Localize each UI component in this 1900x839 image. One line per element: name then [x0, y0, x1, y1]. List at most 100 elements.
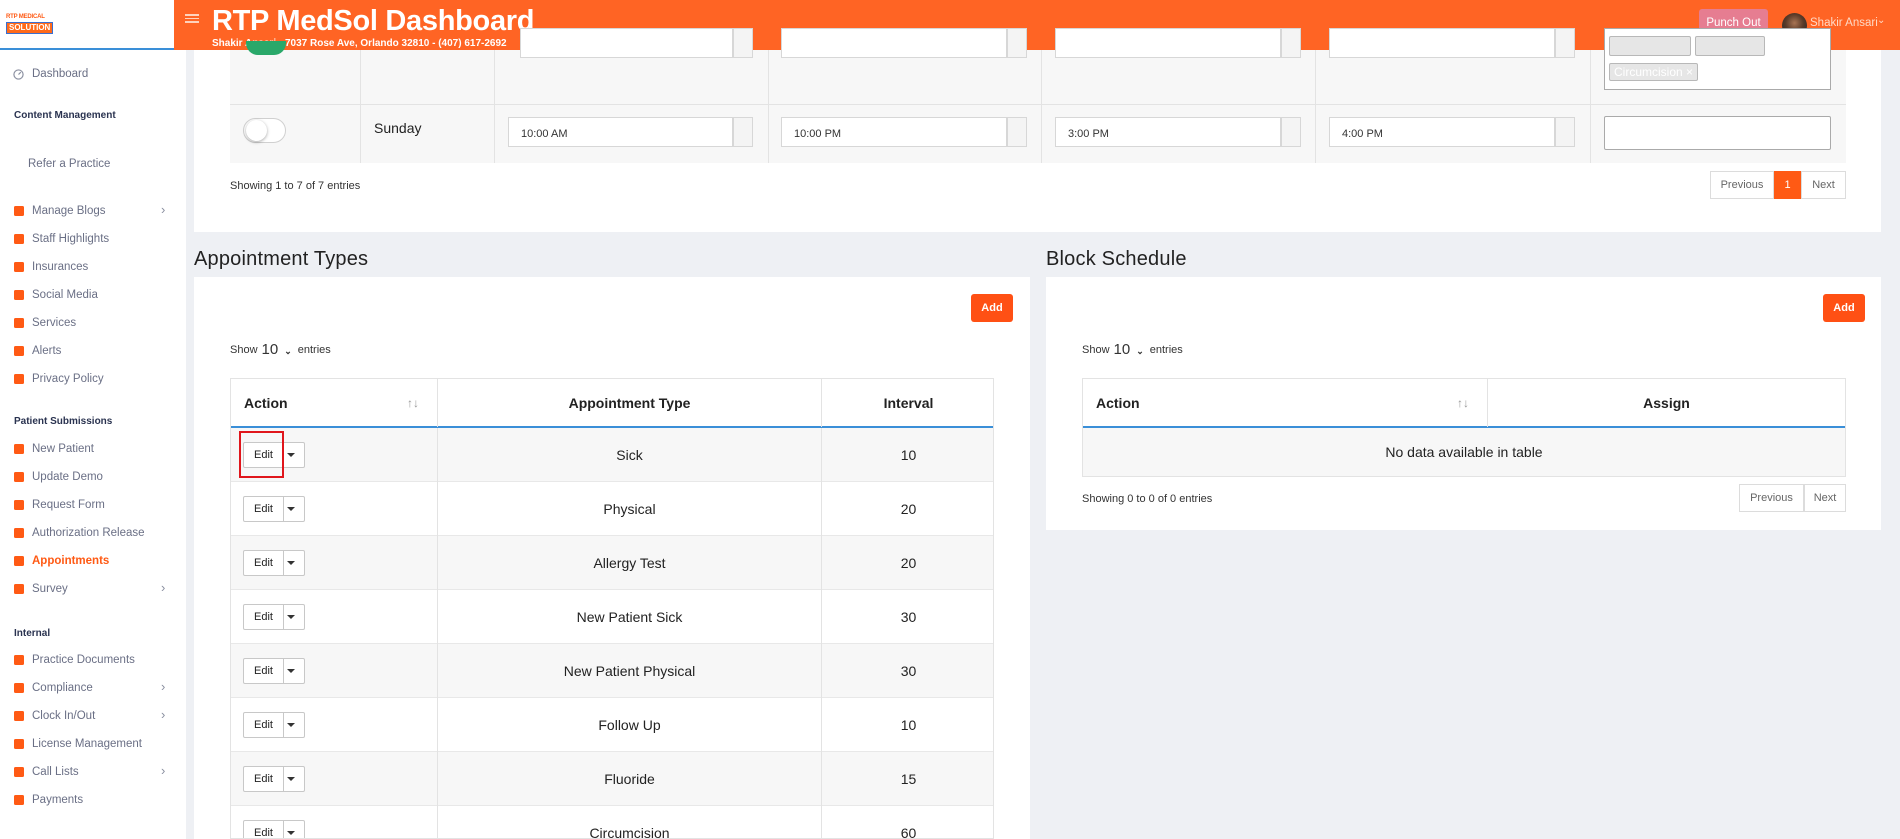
- column-header-action[interactable]: Action ↑↓: [1083, 379, 1488, 427]
- edit-button-group[interactable]: Edit: [243, 604, 305, 630]
- sidebar-item-clock-in-out[interactable]: Clock In/Out: [12, 706, 95, 726]
- sidebar-item-compliance[interactable]: Compliance: [12, 678, 93, 698]
- break-start-input[interactable]: [1055, 28, 1281, 58]
- sidebar-item-license-management[interactable]: License Management: [12, 734, 142, 754]
- sidebar-item-request-form[interactable]: Request Form: [12, 495, 105, 515]
- previous-page-button[interactable]: Previous: [1710, 171, 1774, 199]
- break-start-addon[interactable]: [1281, 117, 1301, 147]
- sort-icon[interactable]: ↑↓: [407, 379, 419, 427]
- chevron-right-icon[interactable]: ›: [161, 202, 165, 217]
- appointment-types-multiselect[interactable]: [1604, 116, 1831, 150]
- sidebar-item-dashboard[interactable]: Dashboard: [12, 64, 88, 84]
- selected-tag-circumcision[interactable]: Circumcision ×: [1609, 63, 1699, 81]
- open-time-addon[interactable]: [733, 117, 753, 147]
- edit-button[interactable]: Edit: [244, 605, 284, 629]
- action-cell: Edit: [231, 590, 438, 644]
- signature-icon: [12, 682, 25, 695]
- break-end-input[interactable]: 4:00 PM: [1329, 117, 1555, 147]
- previous-page-button[interactable]: Previous: [1739, 484, 1804, 512]
- person-icon: [12, 233, 25, 246]
- sort-icon[interactable]: ↑↓: [1457, 379, 1469, 427]
- sidebar-item-insurances[interactable]: Insurances: [12, 257, 88, 277]
- caret-down-icon[interactable]: [287, 615, 295, 619]
- column-header-action[interactable]: Action ↑↓: [231, 379, 438, 427]
- edit-button-group[interactable]: Edit: [243, 496, 305, 522]
- sidebar-item-privacy-policy[interactable]: Privacy Policy: [12, 369, 104, 389]
- selected-tag[interactable]: [1609, 36, 1691, 56]
- page-length-select[interactable]: 10 ⌄: [262, 341, 292, 358]
- break-start-input[interactable]: 3:00 PM: [1055, 117, 1281, 147]
- clock-icon: [12, 710, 25, 723]
- edit-button-group[interactable]: Edit: [243, 820, 305, 838]
- column-header-appointment-type[interactable]: Appointment Type: [438, 379, 822, 427]
- edit-button[interactable]: Edit: [244, 713, 284, 737]
- close-time-input[interactable]: [781, 28, 1007, 58]
- chevron-down-icon[interactable]: ⌄: [1877, 15, 1885, 26]
- break-end-input[interactable]: [1329, 28, 1555, 58]
- edit-button-group[interactable]: Edit: [243, 658, 305, 684]
- caret-down-icon[interactable]: [287, 777, 295, 781]
- edit-button-group[interactable]: Edit: [243, 766, 305, 792]
- appointment-type-cell: Fluoride: [438, 752, 822, 806]
- add-appointment-type-button[interactable]: Add: [971, 294, 1013, 322]
- open-time-input[interactable]: [520, 28, 733, 58]
- page-title: RTP MedSol Dashboard: [212, 5, 535, 37]
- sidebar-item-practice-documents[interactable]: Practice Documents: [12, 650, 135, 670]
- sidebar-item-authorization-release[interactable]: Authorization Release: [12, 523, 145, 543]
- sidebar-item-alerts[interactable]: Alerts: [12, 341, 61, 361]
- sidebar-item-survey[interactable]: Survey: [12, 579, 68, 599]
- next-page-button[interactable]: Next: [1804, 484, 1846, 512]
- add-block-schedule-button[interactable]: Add: [1823, 294, 1865, 322]
- caret-down-icon[interactable]: [287, 453, 295, 457]
- clipboard-list-icon: [12, 738, 25, 751]
- toggle-switch-on[interactable]: [246, 41, 286, 55]
- brand-logo[interactable]: RTP MEDICAL SOLUTION: [6, 14, 61, 34]
- edit-button[interactable]: Edit: [244, 821, 284, 838]
- chevron-down-icon[interactable]: ⌄: [1136, 346, 1144, 356]
- table-header: Action ↑↓ Assign: [1083, 379, 1845, 428]
- clipboard-icon: [12, 654, 25, 667]
- chevron-right-icon[interactable]: ›: [161, 707, 165, 722]
- column-header-assign[interactable]: Assign: [1488, 379, 1845, 427]
- edit-button[interactable]: Edit: [244, 659, 284, 683]
- dashboard-icon: [12, 68, 25, 81]
- sidebar-item-social-media[interactable]: Social Media: [12, 285, 98, 305]
- next-page-button[interactable]: Next: [1801, 171, 1846, 199]
- sidebar-item-refer-a-practice[interactable]: Refer a Practice: [28, 154, 110, 174]
- table-row: Edit Follow Up 10: [231, 698, 993, 752]
- sidebar-item-call-lists[interactable]: Call Lists: [12, 762, 79, 782]
- edit-button[interactable]: Edit: [244, 497, 284, 521]
- selected-tag[interactable]: [1695, 36, 1765, 56]
- menu-toggle-icon[interactable]: [185, 12, 199, 26]
- edit-button[interactable]: Edit: [244, 767, 284, 791]
- sidebar-item-update-demo[interactable]: Update Demo: [12, 467, 103, 487]
- page-length-select[interactable]: 10 ⌄: [1114, 341, 1144, 358]
- caret-down-icon[interactable]: [287, 561, 295, 565]
- page-1-button[interactable]: 1: [1774, 171, 1801, 199]
- chevron-right-icon[interactable]: ›: [161, 763, 165, 778]
- table-row: Edit Circumcision 60: [231, 806, 993, 838]
- sunday-toggle-switch[interactable]: [243, 118, 286, 143]
- sidebar-item-staff-highlights[interactable]: Staff Highlights: [12, 229, 109, 249]
- sidebar-item-manage-blogs[interactable]: Manage Blogs: [12, 201, 106, 221]
- interval-cell: 30: [900, 609, 917, 625]
- chevron-right-icon[interactable]: ›: [161, 679, 165, 694]
- chevron-down-icon[interactable]: ⌄: [284, 346, 292, 356]
- break-end-addon[interactable]: [1555, 117, 1575, 147]
- edit-button-group[interactable]: Edit: [243, 550, 305, 576]
- caret-down-icon[interactable]: [287, 831, 295, 835]
- sidebar-item-new-patient[interactable]: New Patient: [12, 439, 94, 459]
- open-time-input[interactable]: 10:00 AM: [508, 117, 733, 147]
- caret-down-icon[interactable]: [287, 669, 295, 673]
- caret-down-icon[interactable]: [287, 507, 295, 511]
- sidebar-item-payments[interactable]: Payments: [12, 790, 83, 810]
- close-time-addon[interactable]: [1007, 117, 1027, 147]
- sidebar-item-appointments[interactable]: Appointments: [12, 551, 109, 571]
- column-header-interval[interactable]: Interval: [822, 379, 993, 427]
- edit-button[interactable]: Edit: [244, 551, 284, 575]
- chevron-right-icon[interactable]: ›: [161, 580, 165, 595]
- caret-down-icon[interactable]: [287, 723, 295, 727]
- close-time-input[interactable]: 10:00 PM: [781, 117, 1007, 147]
- edit-button-group[interactable]: Edit: [243, 712, 305, 738]
- sidebar-item-services[interactable]: Services: [12, 313, 76, 333]
